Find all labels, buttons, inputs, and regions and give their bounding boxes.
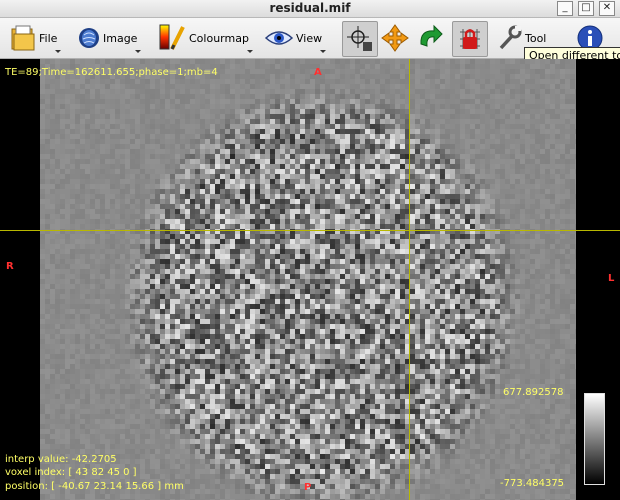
pan-mode-button[interactable] <box>379 21 411 55</box>
rotate-arrow-icon <box>420 24 443 47</box>
voxel-index-text: voxel index: [ 43 82 45 0 ] <box>5 467 137 478</box>
orientation-bottom: P <box>304 482 312 493</box>
lock-to-grid-button[interactable] <box>452 21 488 57</box>
crosshair-horizontal <box>0 230 620 231</box>
image-menu-button[interactable]: Image <box>78 21 142 55</box>
image-viewport[interactable]: TE=89;Time=162611.655;phase=1;mb=4 A R L… <box>0 59 620 500</box>
image-slice[interactable] <box>40 59 576 500</box>
eye-icon <box>265 31 293 45</box>
move-arrows-icon <box>381 24 409 52</box>
colourbar-min-label: -773.484375 <box>500 478 565 489</box>
wrench-icon <box>499 25 522 50</box>
image-label: Image <box>103 31 138 45</box>
title-bar: residual.mif _ □ ✕ <box>0 0 620 18</box>
orientation-right: L <box>608 273 615 284</box>
minimize-button[interactable]: _ <box>557 1 573 16</box>
colourmap-label: Colourmap <box>189 31 249 45</box>
orientation-top: A <box>314 67 322 78</box>
file-label: File <box>39 31 58 45</box>
file-menu-button[interactable]: File <box>10 21 62 55</box>
lock-grid-icon <box>460 29 480 49</box>
colourmap-pencil-icon <box>159 24 185 50</box>
crosshair-vertical <box>409 59 410 500</box>
crosshair-mode-button[interactable] <box>342 21 378 57</box>
maximize-button[interactable]: □ <box>578 1 594 16</box>
folder-icon <box>11 25 35 51</box>
close-button[interactable]: ✕ <box>599 1 615 16</box>
rotate-mode-button[interactable] <box>414 21 446 55</box>
colourbar-max-label: 677.892578 <box>503 387 564 398</box>
chevron-down-icon <box>55 50 62 53</box>
view-menu-button[interactable]: View <box>265 21 327 55</box>
interp-value-text: interp value: -42.2705 <box>5 454 117 465</box>
position-text: position: [ -40.67 23.14 15.66 ] mm <box>5 481 184 492</box>
chevron-down-icon <box>246 50 253 53</box>
colourbar <box>584 393 605 485</box>
chevron-down-icon <box>320 50 327 53</box>
image-info-text: TE=89;Time=162611.655;phase=1;mb=4 <box>5 67 218 78</box>
tool-label: Tool <box>525 31 547 45</box>
chevron-down-icon <box>135 50 142 53</box>
colourmap-menu-button[interactable]: Colourmap <box>158 21 253 55</box>
window-title: residual.mif <box>269 1 351 15</box>
orientation-left: R <box>6 261 14 272</box>
residual-image <box>40 59 576 500</box>
brain-icon <box>79 28 99 48</box>
crosshair-icon <box>347 26 372 51</box>
view-label: View <box>296 31 323 45</box>
